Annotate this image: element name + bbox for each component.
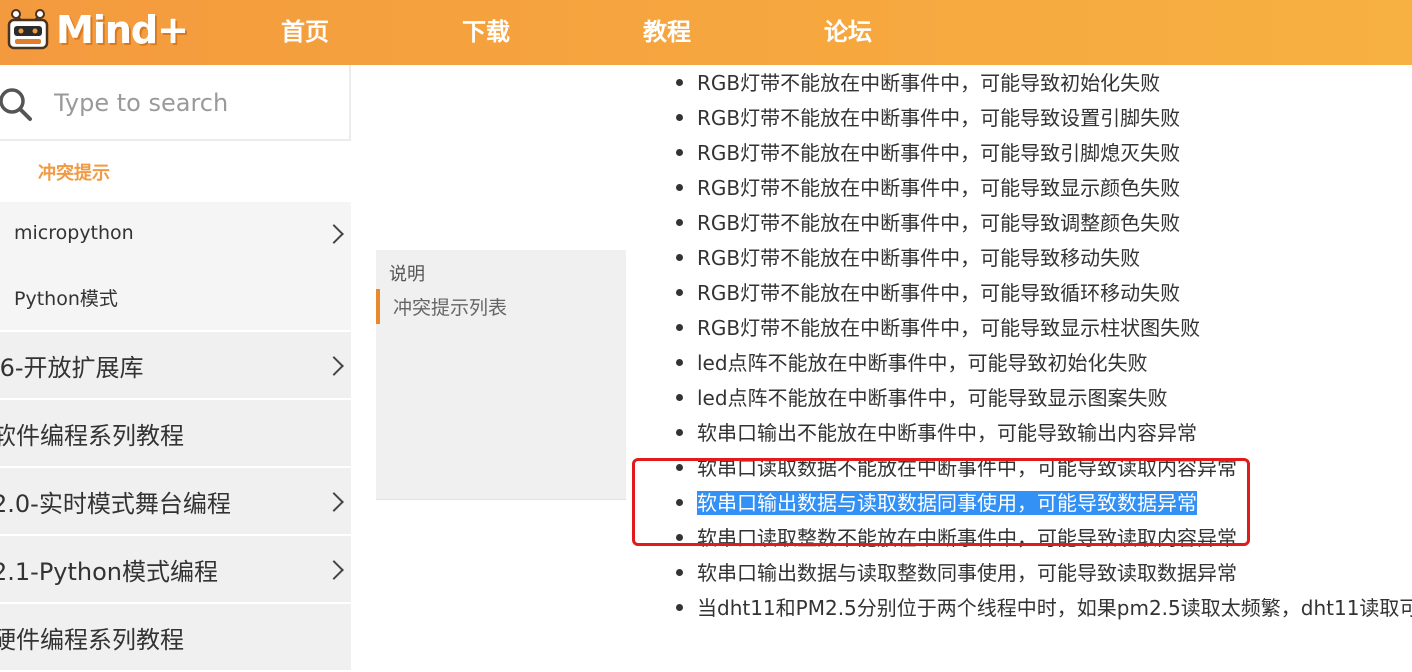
sidebar-item-label: Python模式: [14, 288, 118, 310]
list-item: RGB灯带不能放在中断事件中，可能导致循环移动失败: [676, 276, 1180, 311]
sidebar-item-open-extension[interactable]: .6-开放扩展库: [0, 332, 351, 400]
sidebar-item-hardware-tutorials[interactable]: 硬件编程系列教程: [0, 604, 351, 672]
bullet-icon: [676, 394, 683, 401]
bullet-icon: [676, 254, 683, 261]
toc-active-indicator: [376, 289, 380, 324]
toc-link-conflict-list[interactable]: 冲突提示列表: [393, 293, 507, 320]
table-of-contents: 说明 冲突提示列表: [376, 250, 626, 500]
bullet-icon: [676, 114, 683, 121]
nav-home[interactable]: 首页: [281, 12, 329, 47]
sidebar-item-conflict[interactable]: 冲突提示: [0, 141, 351, 201]
sidebar: 冲突提示 micropython Python模式 .6-开放扩展库 软件编程系…: [0, 65, 351, 672]
bullet-icon: [676, 569, 683, 576]
bullet-icon: [676, 359, 683, 366]
sidebar-item-label: 软件编程系列教程: [0, 422, 184, 450]
list-item: led点阵不能放在中断事件中，可能导致显示图案失败: [676, 381, 1168, 416]
list-item: RGB灯带不能放在中断事件中，可能导致初始化失败: [676, 66, 1160, 101]
nav-download[interactable]: 下载: [462, 12, 510, 47]
chevron-right-icon: [324, 356, 344, 376]
list-item: 当dht11和PM2.5分别位于两个线程中时，如果pm2.5读取太频繁，dht1…: [676, 591, 1412, 626]
bullet-icon: [676, 79, 683, 86]
list-item: 软串口输出不能放在中断事件中，可能导致输出内容异常: [676, 416, 1197, 451]
bullet-icon: [676, 184, 683, 191]
annotation-highlight-box: [632, 458, 1250, 546]
search-box: [0, 65, 351, 141]
bullet-icon: [676, 604, 683, 611]
sidebar-item-label: micropython: [14, 222, 134, 244]
bullet-icon: [676, 289, 683, 296]
bullet-icon: [676, 219, 683, 226]
robot-logo-icon: [7, 9, 49, 50]
chevron-right-icon: [324, 492, 344, 512]
nav-tutorial[interactable]: 教程: [643, 12, 691, 47]
search-input[interactable]: [52, 83, 336, 123]
sidebar-item-python-programming[interactable]: 2.1-Python模式编程: [0, 536, 351, 604]
list-item: RGB灯带不能放在中断事件中，可能导致调整颜色失败: [676, 206, 1180, 241]
list-item: 软串口输出数据与读取整数同事使用，可能导致读取数据异常: [676, 556, 1237, 591]
list-item: RGB灯带不能放在中断事件中，可能导致显示柱状图失败: [676, 311, 1200, 346]
sidebar-item-label: 冲突提示: [38, 163, 110, 184]
list-item: RGB灯带不能放在中断事件中，可能导致显示颜色失败: [676, 171, 1180, 206]
sidebar-item-label: 2.0-实时模式舞台编程: [0, 490, 231, 518]
sidebar-subgroup: micropython Python模式: [0, 202, 351, 330]
sidebar-item-label: 2.1-Python模式编程: [0, 558, 219, 586]
logo-text: Mind+: [56, 8, 189, 52]
list-item: RGB灯带不能放在中断事件中，可能导致设置引脚失败: [676, 101, 1180, 136]
bullet-icon: [676, 324, 683, 331]
chevron-right-icon: [324, 224, 344, 244]
sidebar-item-python-mode[interactable]: Python模式: [0, 264, 351, 324]
toc-title: 说明: [389, 264, 425, 285]
list-item: RGB灯带不能放在中断事件中，可能导致引脚熄灭失败: [676, 136, 1180, 171]
sidebar-item-micropython[interactable]: micropython: [0, 202, 351, 262]
sidebar-item-label: 硬件编程系列教程: [0, 626, 184, 654]
list-item: RGB灯带不能放在中断事件中，可能导致移动失败: [676, 241, 1140, 276]
search-icon: [0, 88, 32, 121]
list-item: led点阵不能放在中断事件中，可能导致初始化失败: [676, 346, 1148, 381]
top-navigation-bar: Mind+ 首页 下载 教程 论坛: [0, 0, 1412, 65]
sidebar-item-label: .6-开放扩展库: [0, 354, 144, 382]
mindplus-logo[interactable]: Mind+: [4, 2, 189, 60]
sidebar-item-software-tutorials[interactable]: 软件编程系列教程: [0, 400, 351, 468]
chevron-right-icon: [324, 560, 344, 580]
nav-forum[interactable]: 论坛: [824, 12, 872, 47]
bullet-icon: [676, 429, 683, 436]
bullet-icon: [676, 149, 683, 156]
sidebar-item-realtime-stage[interactable]: 2.0-实时模式舞台编程: [0, 468, 351, 536]
